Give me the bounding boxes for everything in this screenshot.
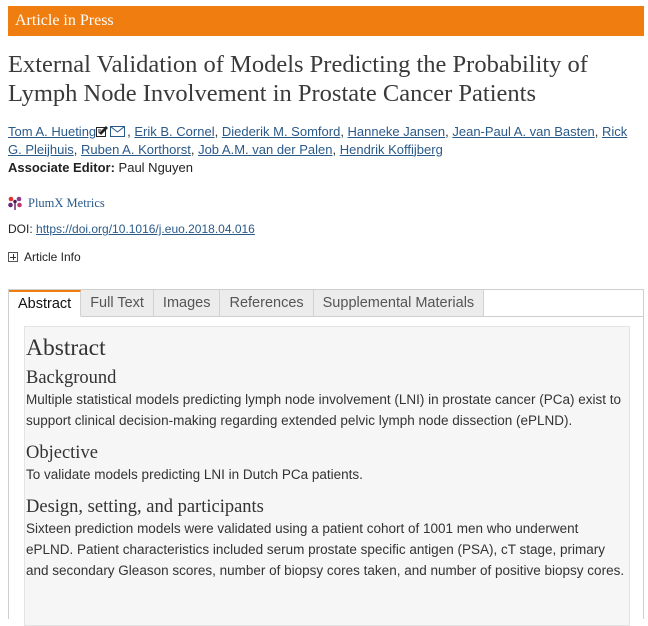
author-list: Tom A. Hueting, Erik B. Cornel, Diederik… [8, 124, 628, 157]
doi-line: DOI: https://doi.org/10.1016/j.euo.2018.… [8, 222, 255, 236]
article-tabs: Abstract Full Text Images References Sup… [8, 289, 644, 626]
tab-strip: Abstract Full Text Images References Sup… [9, 290, 485, 317]
author-link[interactable]: Job A.M. van der Palen [198, 142, 332, 157]
article-title: External Validation of Models Predicting… [8, 51, 588, 107]
author-link[interactable]: Hanneke Jansen [348, 124, 446, 139]
doi-label: DOI: [8, 222, 33, 236]
banner-label: Article in Press [15, 12, 114, 29]
associate-editor-name: Paul Nguyen [118, 160, 193, 175]
abstract-section-objective: Objective To validate models predicting … [25, 442, 629, 485]
tab-images[interactable]: Images [153, 290, 221, 317]
edit-icon[interactable] [96, 125, 110, 137]
associate-editor: Associate Editor: Paul Nguyen [8, 160, 193, 175]
section-heading: Background [26, 368, 117, 388]
abstract-section-background: Background Multiple statistical models p… [25, 367, 629, 431]
section-heading: Design, setting, and participants [26, 497, 264, 517]
section-text: To validate models predicting LNI in Dut… [26, 467, 363, 482]
associate-editor-label: Associate Editor: [8, 160, 115, 175]
plumx-link[interactable]: PlumX Metrics [28, 196, 105, 211]
email-icon[interactable] [110, 126, 126, 137]
author-link[interactable]: Erik B. Cornel [134, 124, 214, 139]
tab-full-text[interactable]: Full Text [81, 290, 154, 317]
plumx-metrics[interactable]: PlumX Metrics [8, 195, 105, 211]
author-link[interactable]: Jean-Paul A. van Basten [452, 124, 594, 139]
section-heading: Objective [26, 443, 98, 463]
author-link[interactable]: Ruben A. Korthorst [81, 142, 191, 157]
article-info-toggle[interactable]: Article Info [8, 250, 81, 264]
expand-plus-icon[interactable] [8, 252, 18, 262]
tab-strip-filler [484, 290, 643, 317]
abstract-panel: Abstract Background Multiple statistical… [24, 326, 630, 626]
section-text: Multiple statistical models predicting l… [26, 392, 622, 428]
article-in-press-banner: Article in Press [8, 6, 644, 36]
tab-references[interactable]: References [220, 290, 314, 317]
abstract-section-design: Design, setting, and participants Sixtee… [25, 496, 629, 581]
doi-link[interactable]: https://doi.org/10.1016/j.euo.2018.04.01… [36, 222, 255, 236]
author-link[interactable]: Hendrik Koffijberg [340, 142, 443, 157]
article-info-label[interactable]: Article Info [24, 250, 81, 264]
plumx-icon [8, 196, 22, 210]
tab-supplemental-materials[interactable]: Supplemental Materials [313, 290, 485, 317]
author-link[interactable]: Diederik M. Somford [222, 124, 340, 139]
tab-abstract[interactable]: Abstract [9, 290, 82, 317]
abstract-heading: Abstract [26, 335, 106, 361]
section-text: Sixteen prediction models were validated… [26, 521, 625, 578]
author-link[interactable]: Tom A. Hueting [8, 124, 96, 139]
